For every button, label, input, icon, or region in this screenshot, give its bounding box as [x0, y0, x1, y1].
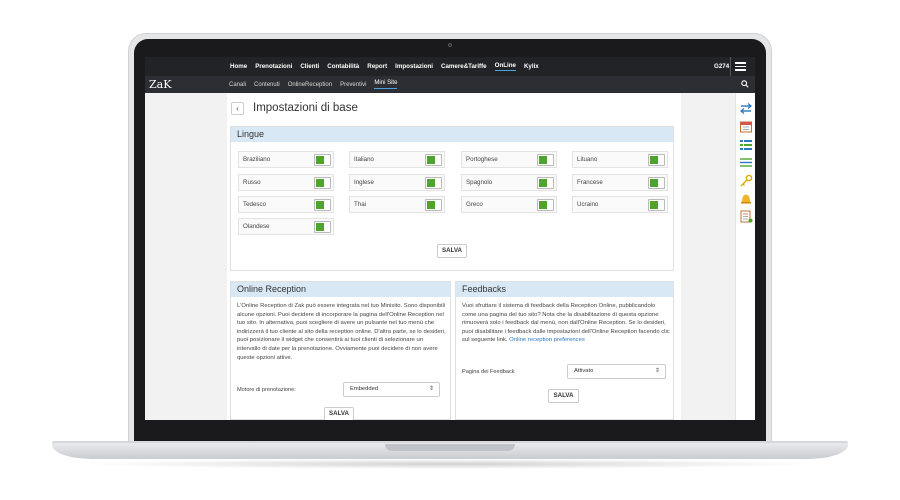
nav-item-home[interactable]: Home: [230, 63, 247, 70]
nav-item-impostazioni[interactable]: Impostazioni: [395, 63, 433, 70]
language-label: Inglese: [354, 179, 374, 186]
language-label: Lituano: [577, 156, 598, 163]
language-toggle-row: Olandese: [238, 218, 334, 235]
online-reception-title: Online Reception: [231, 282, 450, 297]
language-toggle-row: Tedesco: [238, 196, 334, 213]
swap-arrows-icon[interactable]: [739, 102, 753, 115]
back-button[interactable]: ‹: [231, 102, 244, 115]
nav-item-prenotazioni[interactable]: Prenotazioni: [255, 63, 292, 70]
camera-icon: [448, 43, 452, 47]
online-reception-save-button[interactable]: SALVA: [324, 407, 354, 420]
language-toggle[interactable]: [648, 154, 665, 166]
subnav-item-contenuti[interactable]: Contenuti: [254, 82, 280, 88]
right-toolbar: [735, 93, 755, 420]
calendar-icon[interactable]: [739, 120, 753, 133]
language-toggle-row: Inglese: [349, 174, 445, 191]
language-toggle[interactable]: [537, 177, 554, 189]
feedback-page-label: Pagina dei Feedback: [462, 369, 515, 375]
language-toggle-row: Francese: [572, 174, 668, 191]
subnav-item-mini-site[interactable]: Mini Site: [374, 80, 398, 89]
language-label: Greco: [466, 201, 483, 208]
bell-icon[interactable]: [739, 192, 753, 205]
languages-panel-title: Lingue: [231, 127, 673, 142]
laptop-shadow: [80, 459, 820, 469]
user-code[interactable]: G274: [714, 63, 729, 70]
feedback-page-value: Attivato: [574, 368, 594, 374]
language-toggle[interactable]: [537, 199, 554, 211]
language-toggle-row: Lituano: [572, 151, 668, 168]
screen: ZaK Home Prenotazioni Clienti Contabilit…: [145, 57, 755, 420]
laptop-notch: [385, 444, 515, 451]
subnav-item-preventivi[interactable]: Preventivi: [340, 82, 366, 88]
booking-engine-label: Motore di prenotazione:: [237, 387, 296, 393]
language-label: Spagnolo: [466, 179, 493, 186]
hamburger-menu-icon[interactable]: [735, 62, 746, 71]
feedback-page-select[interactable]: Attivato ⇕: [567, 364, 666, 379]
sub-nav: Canali Contenuti OnlineReception Prevent…: [229, 76, 398, 93]
language-toggle-row: Thai: [349, 196, 445, 213]
feedbacks-panel: Feedbacks Vuoi sfruttare il sistema di f…: [455, 281, 674, 420]
language-toggle-row: Greco: [461, 196, 557, 213]
language-toggle-row: Portoghese: [461, 151, 557, 168]
feedbacks-save-button[interactable]: SALVA: [548, 389, 579, 403]
language-label: Braziliano: [243, 156, 271, 163]
nav-item-contabilita[interactable]: Contabilità: [327, 63, 359, 70]
online-reception-preferences-link[interactable]: Online reception preferences: [509, 337, 585, 343]
nav-item-kylix[interactable]: Kylix: [524, 63, 539, 70]
nav-item-online[interactable]: OnLine: [494, 62, 516, 71]
list-icon[interactable]: [739, 138, 753, 151]
language-toggle[interactable]: [537, 154, 554, 166]
select-arrows-icon: ⇕: [428, 386, 434, 392]
app-logo[interactable]: ZaK: [149, 78, 171, 91]
lines-icon[interactable]: [739, 156, 753, 169]
language-toggle-row: Ucraino: [572, 196, 668, 213]
language-toggle[interactable]: [648, 199, 665, 211]
languages-save-button[interactable]: SALVA: [437, 244, 467, 258]
main-content: ‹ Impostazioni di base Lingue Braziliano…: [227, 93, 681, 420]
key-icon[interactable]: [739, 174, 753, 187]
feedbacks-title: Feedbacks: [456, 282, 673, 297]
main-nav: Home Prenotazioni Clienti Contabilità Re…: [230, 57, 539, 76]
language-label: Tedesco: [243, 201, 267, 208]
language-label: Francese: [577, 179, 603, 186]
language-label: Russo: [243, 179, 261, 186]
language-toggle[interactable]: [314, 177, 331, 189]
language-toggle[interactable]: [314, 221, 331, 233]
page-title: Impostazioni di base: [253, 102, 358, 114]
language-toggle-row: Italiano: [349, 151, 445, 168]
nav-item-report[interactable]: Report: [367, 63, 387, 70]
booking-engine-select[interactable]: Embedded ⇕: [343, 382, 440, 397]
language-toggle[interactable]: [425, 199, 442, 211]
language-toggle-row: Braziliano: [238, 151, 334, 168]
language-toggle[interactable]: [425, 177, 442, 189]
language-label: Portoghese: [466, 156, 498, 163]
language-label: Thai: [354, 201, 367, 208]
language-label: Italiano: [354, 156, 374, 163]
language-toggle[interactable]: [314, 199, 331, 211]
language-toggle-row: Spagnolo: [461, 174, 557, 191]
booking-engine-value: Embedded: [350, 386, 379, 392]
nav-divider: [730, 57, 731, 76]
language-toggle[interactable]: [648, 177, 665, 189]
nav-item-clienti[interactable]: Clienti: [300, 63, 319, 70]
language-toggle[interactable]: [314, 154, 331, 166]
language-toggle-row: Russo: [238, 174, 334, 191]
language-label: Ucraino: [577, 201, 599, 208]
online-reception-panel: Online Reception L'Online Reception di Z…: [230, 281, 451, 420]
sheet-icon[interactable]: [739, 210, 753, 223]
subnav-item-onlinereception[interactable]: OnlineReception: [288, 82, 332, 88]
nav-item-camere-tariffe[interactable]: Camere&Tariffe: [441, 63, 487, 70]
search-icon[interactable]: [741, 80, 749, 88]
feedbacks-description: Vuoi sfruttare il sistema di feedback de…: [462, 302, 670, 345]
online-reception-description: L'Online Reception di Zak può essere int…: [237, 303, 446, 361]
select-arrows-icon: ⇕: [654, 368, 660, 374]
subnav-item-canali[interactable]: Canali: [229, 82, 246, 88]
language-toggle[interactable]: [425, 154, 442, 166]
languages-panel: Lingue Braziliano Italiano Portoghese Li…: [230, 126, 674, 271]
language-label: Olandese: [243, 223, 270, 230]
